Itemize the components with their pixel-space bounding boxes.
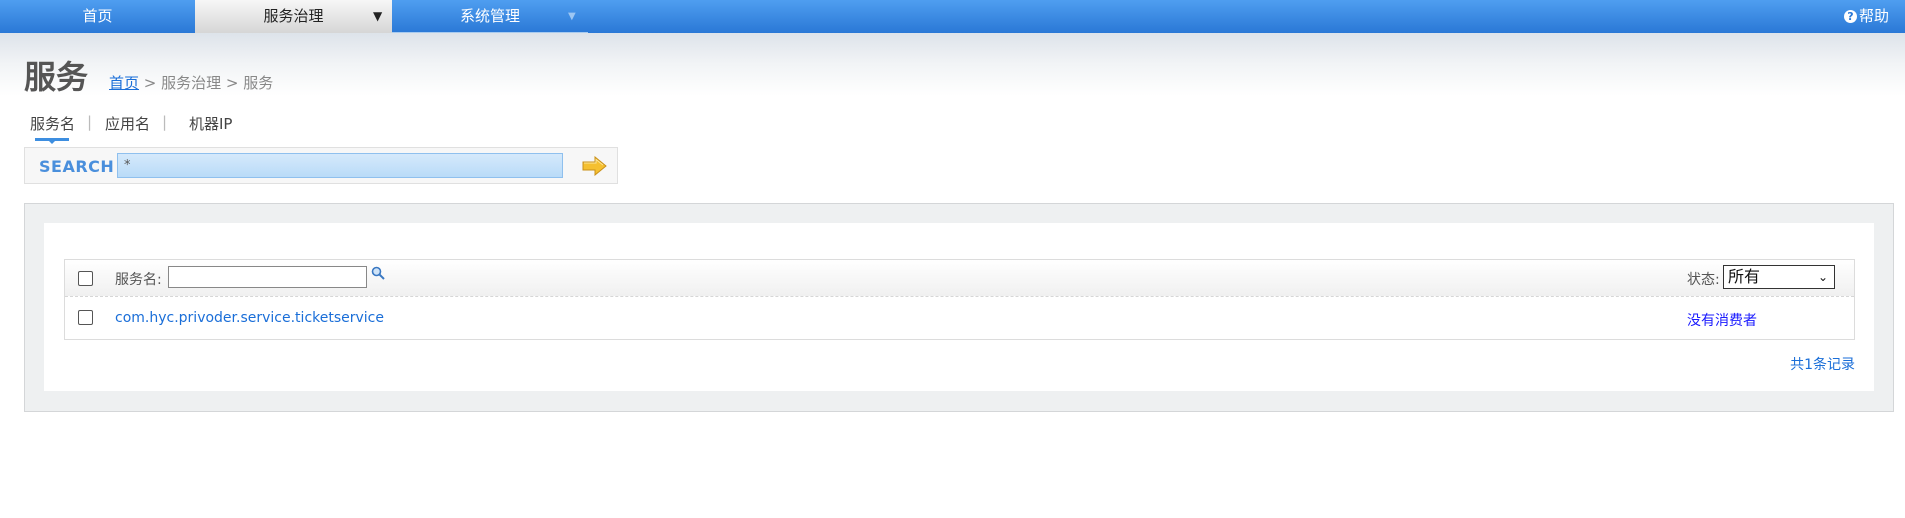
status-filter-select[interactable]: 所有 ⌄ [1723, 265, 1835, 289]
breadcrumb-current: 服务 [243, 74, 274, 92]
help-label: 帮助 [1858, 7, 1889, 25]
header-band [0, 33, 1905, 123]
service-table: 服务名: 状态: 所有 ⌄ com.hyc.privoder.service.t… [64, 259, 1855, 340]
tab-separator: | [162, 113, 168, 131]
tab-machine-ip[interactable]: 机器IP [189, 113, 232, 134]
search-bar: SEARCH [24, 147, 618, 184]
nav-service-governance[interactable]: 服务治理 ▼ [195, 0, 392, 33]
breadcrumb-home-link[interactable]: 首页 [109, 74, 139, 92]
caret-down-icon: ▼ [568, 11, 576, 22]
nav-home[interactable]: 首页 [0, 0, 195, 33]
breadcrumb-separator: > [221, 74, 244, 92]
nav-system-management[interactable]: 系统管理 ▼ [392, 0, 588, 33]
search-label: SEARCH [39, 157, 115, 176]
total-records: 共1条记录 [1790, 357, 1855, 373]
tab-application-name[interactable]: 应用名 [105, 113, 150, 134]
table-header: 服务名: 状态: 所有 ⌄ [65, 260, 1854, 297]
chevron-down-icon: ⌄ [1817, 270, 1828, 284]
row-status-link[interactable]: 没有消费者 [1687, 310, 1757, 330]
service-link[interactable]: com.hyc.privoder.service.ticketservice [115, 310, 384, 326]
caret-down-icon: ▼ [373, 9, 383, 23]
tab-active-indicator [35, 138, 69, 144]
select-all-checkbox[interactable] [78, 271, 93, 286]
help-icon: ? [1843, 10, 1857, 23]
top-nav: 首页 服务治理 ▼ 系统管理 ▼ ? 帮助 [0, 0, 1905, 33]
page-title: 服务 [24, 58, 89, 96]
nav-service-governance-label: 服务治理 [263, 7, 324, 25]
breadcrumb: 首页 > 服务治理 > 服务 [109, 72, 273, 93]
tab-separator: | [87, 113, 93, 131]
breadcrumb-service-governance: 服务治理 [161, 74, 222, 92]
breadcrumb-separator: > [139, 74, 162, 92]
help-link[interactable]: ? 帮助 [1843, 0, 1889, 33]
service-name-filter-label: 服务名: [115, 272, 162, 288]
results-panel: 服务名: 状态: 所有 ⌄ com.hyc.privoder.service.t… [24, 203, 1894, 412]
results-container: 服务名: 状态: 所有 ⌄ com.hyc.privoder.service.t… [44, 223, 1874, 391]
arrow-right-icon[interactable] [582, 156, 607, 176]
row-checkbox[interactable] [78, 310, 93, 325]
search-icon[interactable] [371, 266, 385, 280]
status-filter-label: 状态: [1687, 272, 1720, 288]
tab-service-name[interactable]: 服务名 [30, 113, 75, 134]
status-filter-value: 所有 [1728, 267, 1761, 286]
service-name-filter-input[interactable] [168, 266, 367, 288]
search-input[interactable] [117, 153, 563, 178]
nav-system-management-label: 系统管理 [459, 7, 520, 25]
table-row: com.hyc.privoder.service.ticketservice 没… [65, 297, 1854, 339]
nav-home-label: 首页 [82, 7, 113, 25]
